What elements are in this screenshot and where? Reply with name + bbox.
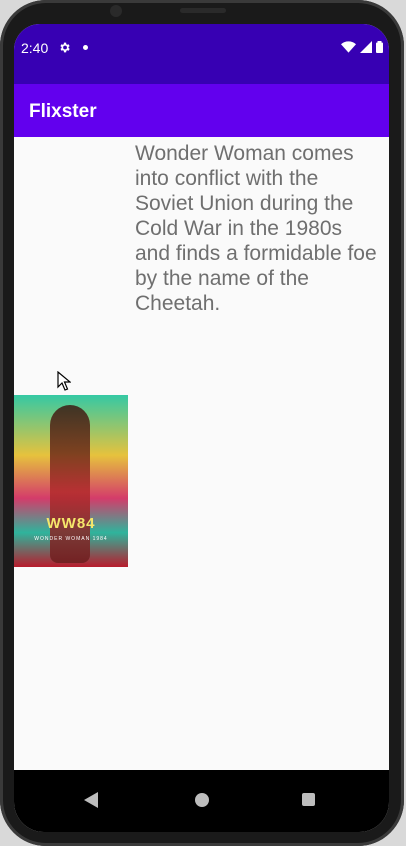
movie-overview: Wonder Woman comes into conflict with th… xyxy=(135,142,377,315)
status-time: 2:40 xyxy=(21,40,49,56)
gear-icon xyxy=(58,41,71,59)
battery-icon xyxy=(376,40,383,58)
signal-icon xyxy=(360,40,372,58)
mouse-cursor-icon xyxy=(57,370,72,396)
status-icons xyxy=(341,40,383,58)
wifi-icon xyxy=(341,40,356,58)
movie-list[interactable]: Wonder Woman comes into conflict with th… xyxy=(14,137,389,770)
back-icon[interactable] xyxy=(84,792,98,813)
poster-subtitle: WONDER WOMAN 1984 xyxy=(34,536,108,542)
notification-dot-icon xyxy=(83,45,88,50)
device-screen: 2:40 Flixster Wonder Woman comes into co… xyxy=(14,24,389,832)
movie-poster: WW84 WONDER WOMAN 1984 xyxy=(14,395,128,567)
status-bar: 2:40 xyxy=(14,24,389,84)
navigation-bar xyxy=(14,770,389,832)
app-bar: Flixster xyxy=(14,84,389,137)
poster-title: WW84 xyxy=(46,515,96,532)
app-title: Flixster xyxy=(29,101,97,122)
phone-frame: 2:40 Flixster Wonder Woman comes into co… xyxy=(0,0,404,846)
front-camera xyxy=(110,5,122,17)
recents-icon[interactable] xyxy=(302,793,315,806)
home-icon[interactable] xyxy=(195,793,209,807)
earpiece-speaker xyxy=(180,8,226,13)
